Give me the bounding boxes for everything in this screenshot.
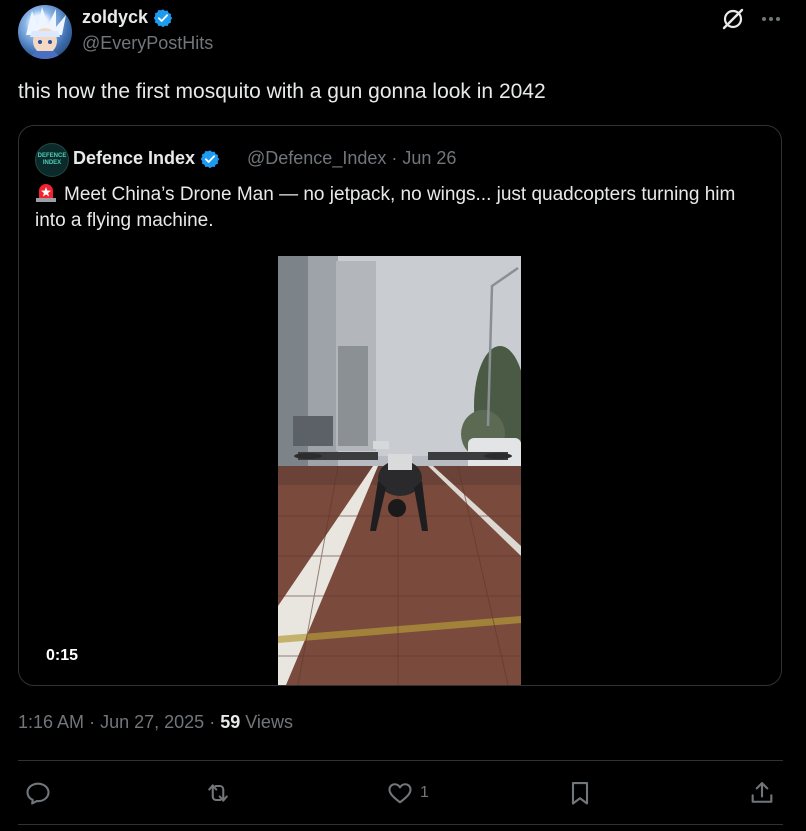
- more-icon[interactable]: [758, 6, 784, 32]
- repost-button[interactable]: [204, 778, 238, 808]
- views-separator: ·: [209, 712, 216, 732]
- post-date[interactable]: Jun 27, 2025: [100, 712, 204, 732]
- repost-icon: [208, 784, 228, 802]
- tweet-text: this how the first mosquito with a gun g…: [18, 80, 546, 103]
- quote-avatar[interactable]: DEFENCE INDEX: [35, 143, 69, 177]
- quote-name-row[interactable]: Defence Index: [73, 148, 220, 169]
- quote-text: Meet China’s Drone Man — no jetpack, no …: [35, 184, 736, 231]
- grok-icon[interactable]: [720, 6, 746, 32]
- verified-badge-icon: [153, 8, 173, 27]
- quote-handle[interactable]: @Defence_Index: [247, 148, 386, 168]
- quote-text-block: Meet China’s Drone Man — no jetpack, no …: [35, 181, 770, 234]
- author-display-name[interactable]: zoldyck: [82, 7, 148, 28]
- quote-meta: @Defence_Index · Jun 26: [247, 148, 456, 169]
- author-avatar[interactable]: [18, 5, 72, 59]
- share-icon: [751, 782, 773, 803]
- video-thumbnail: [278, 256, 521, 685]
- video-player[interactable]: [278, 256, 521, 685]
- post-time[interactable]: 1:16 AM: [18, 712, 84, 732]
- like-count: 1: [420, 784, 429, 801]
- views-label: Views: [245, 712, 293, 732]
- reply-button[interactable]: [24, 778, 58, 808]
- verified-badge-icon: [200, 149, 220, 168]
- quote-display-name[interactable]: Defence Index: [73, 148, 195, 169]
- like-icon: [388, 783, 412, 804]
- views-count: 59: [220, 712, 241, 732]
- quote-avatar-text: DEFENCE INDEX: [37, 153, 67, 166]
- bookmark-icon: [571, 782, 589, 805]
- reply-icon: [26, 782, 50, 805]
- police-light-icon: [36, 184, 56, 202]
- quote-date[interactable]: Jun 26: [402, 148, 456, 168]
- share-button[interactable]: [748, 778, 776, 808]
- video-duration: 0:15: [46, 647, 79, 664]
- meta-separator: ·: [391, 148, 398, 168]
- post-timestamp-row: 1:16 AM · Jun 27, 2025 · 59 Views: [18, 712, 293, 733]
- bookmark-button[interactable]: [566, 778, 594, 808]
- author-name-row[interactable]: zoldyck: [82, 7, 173, 28]
- divider-top: [18, 760, 783, 761]
- time-separator: ·: [89, 712, 96, 732]
- author-handle[interactable]: @EveryPostHits: [82, 33, 213, 54]
- quoted-post[interactable]: DEFENCE INDEX Defence Index @Defence_Ind…: [18, 125, 782, 686]
- divider-bottom: [18, 824, 783, 825]
- like-button[interactable]: 1: [386, 778, 429, 808]
